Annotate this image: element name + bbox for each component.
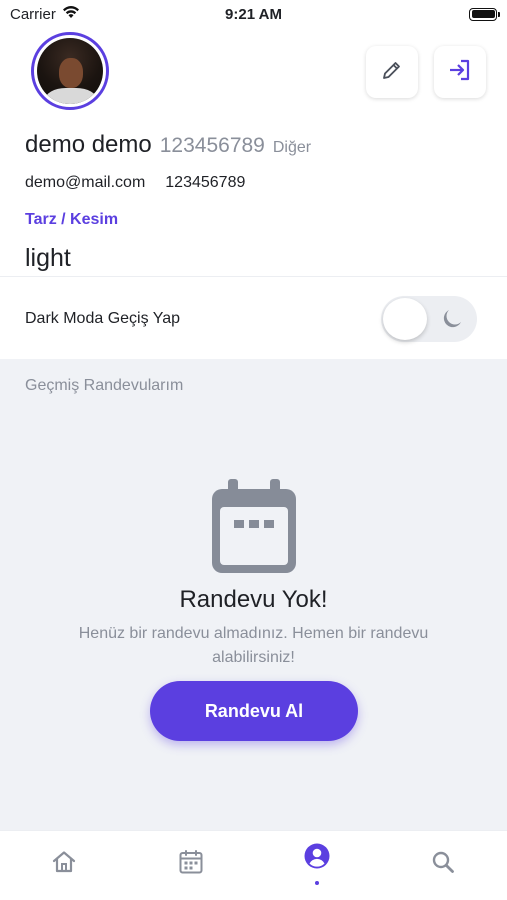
dark-mode-toggle[interactable] (381, 296, 477, 342)
section-title: Geçmiş Randevularım (25, 377, 184, 394)
status-time: 9:21 AM (225, 5, 282, 23)
logout-button[interactable] (434, 46, 486, 98)
battery-icon (469, 7, 500, 21)
tab-calendar[interactable] (176, 849, 206, 879)
style-value: light (25, 244, 71, 272)
toggle-knob (383, 298, 427, 340)
active-tab-indicator (315, 881, 319, 885)
calendar-icon (212, 479, 296, 573)
user-email: demo@mail.com (25, 174, 146, 191)
profile-header: demo demo 123456789 Diğer demo@mail.com … (0, 28, 507, 277)
name-line: demo demo 123456789 Diğer (25, 131, 311, 159)
appointments-section: Geçmiş Randevularım Randevu Yok! Henüz b… (0, 359, 507, 830)
book-appointment-button[interactable]: Randevu Al (150, 681, 358, 741)
tab-home[interactable] (49, 849, 79, 879)
moon-icon (440, 307, 464, 331)
user-phone-large: 123456789 (159, 134, 265, 157)
profile-icon (303, 842, 331, 875)
style-label: Tarz / Kesim (25, 211, 119, 228)
avatar-image (37, 38, 103, 104)
edit-profile-button[interactable] (366, 46, 418, 98)
user-name: demo demo (25, 131, 152, 158)
home-icon (51, 849, 77, 880)
dark-mode-label: Dark Moda Geçiş Yap (25, 310, 181, 327)
contact-line: demo@mail.com 123456789 (25, 174, 245, 192)
user-gender: Diğer (272, 139, 312, 156)
pencil-icon (380, 58, 404, 87)
user-phone: 123456789 (165, 174, 246, 191)
tab-bar (0, 830, 507, 900)
search-icon (430, 849, 456, 880)
empty-state-description: Henüz bir randevu almadınız. Hemen bir r… (78, 625, 429, 666)
empty-state-title: Randevu Yok! (179, 586, 328, 613)
status-bar: Carrier 9:21 AM (0, 0, 507, 28)
tab-profile[interactable] (302, 843, 332, 873)
tab-search[interactable] (428, 849, 458, 879)
logout-icon (446, 56, 474, 89)
calendar-icon (178, 849, 204, 880)
dark-mode-row: Dark Moda Geçiş Yap (0, 277, 507, 359)
avatar[interactable] (31, 32, 109, 110)
